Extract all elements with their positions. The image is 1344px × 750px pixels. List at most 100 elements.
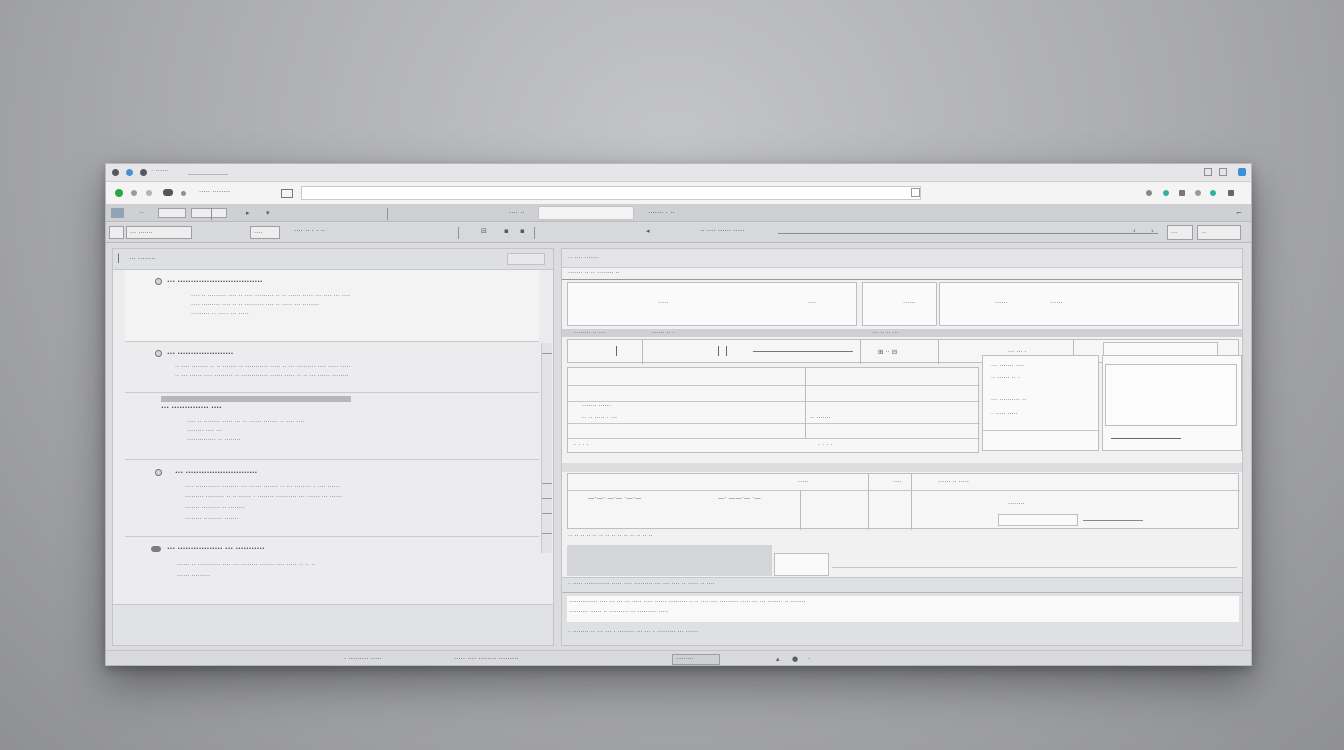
format-icon[interactable]: ▪ [504, 227, 509, 235]
info-icon[interactable]: · [808, 655, 810, 663]
window-dot-icon[interactable] [140, 169, 147, 176]
toolbar-close-icon[interactable]: ⌐ [1236, 209, 1242, 217]
grid-line [568, 423, 980, 424]
toolbar-item[interactable]: ▸ [246, 209, 250, 217]
tab-active[interactable] [538, 206, 634, 220]
maximize-icon[interactable] [1219, 168, 1227, 176]
row-label: ········ [1008, 500, 1025, 508]
card-label: ······ [903, 299, 916, 307]
status-field[interactable]: ········· [672, 654, 720, 665]
item-title: ··· ····················· [167, 350, 234, 358]
close-icon[interactable] [1238, 168, 1246, 176]
toolbar-item[interactable]: ▾ [266, 209, 270, 217]
toolbar-track [778, 233, 1158, 234]
toolbar-group[interactable]: ···· ·· · · ·· [294, 227, 325, 235]
preview-panel[interactable] [1102, 355, 1242, 451]
item-line: ······ ·· ··········· ···· ··· ········ … [177, 561, 316, 569]
window-dot-icon[interactable] [126, 169, 133, 176]
options-button[interactable]: ·· [1197, 225, 1241, 240]
address-input[interactable] [301, 186, 921, 200]
grid-line [568, 438, 980, 439]
left-panel-title: ··· ········ [129, 255, 156, 263]
left-scrollbar[interactable] [541, 343, 552, 553]
secondary-toolbar: ··· ······· ···· ···· ·· · · ·· ⊟ ▪ ▪ ◂ … [106, 223, 1251, 243]
slider-track[interactable] [1111, 438, 1181, 439]
scroll-mark [542, 353, 552, 354]
cell-box[interactable] [998, 514, 1078, 526]
toolbar-arrow-icon[interactable]: ‹ [1133, 227, 1136, 235]
list-item[interactable]: ··· ··························· ···· ···… [125, 461, 539, 537]
summary-card[interactable]: ······ ······ [939, 282, 1239, 326]
right-panel-subtitle: ······· ·· ·· ········ ·· [568, 269, 620, 277]
window-dot-icon[interactable] [112, 169, 119, 176]
item-status-icon [155, 469, 162, 476]
axis-ticks: · · · · [574, 441, 589, 449]
bookmark-icon[interactable] [281, 189, 293, 198]
view-select[interactable]: ··· ······· [126, 226, 192, 239]
format-icon[interactable]: ⊟ [481, 227, 487, 235]
cell-divider [860, 340, 861, 364]
cell-box[interactable] [774, 553, 829, 576]
preview-area [1105, 364, 1237, 426]
detail-panel[interactable]: ··· ······· ···· ·· ······ ·· · ··· ····… [982, 355, 1100, 451]
right-panel-title: ·· ···· ······· [568, 254, 599, 262]
list-item[interactable]: ··· ················· ··· ··········· ··… [125, 538, 539, 604]
toolbar-item[interactable]: ·· [139, 209, 143, 217]
slider-track[interactable] [1083, 520, 1143, 521]
cell-divider [938, 340, 939, 364]
zoom-field[interactable]: ···· [250, 226, 280, 239]
format-icon[interactable]: ⊞ ·· ⊟ [878, 348, 897, 356]
panel-line: ·· ·· ····· · ··· [582, 414, 618, 422]
item-line: ········· ········· ·· ·· ······ · ·····… [185, 493, 343, 501]
sync-icon[interactable] [1163, 190, 1169, 196]
left-panel: ▏ ··· ········ ··· ·····················… [112, 248, 554, 646]
item-line: ·············· ·· ········ [187, 436, 241, 444]
detail-line: ·· ······ ·· · [991, 374, 1020, 382]
forward-icon[interactable] [131, 190, 137, 196]
download-icon[interactable] [1179, 190, 1185, 196]
grid-line [805, 368, 806, 438]
waveform: —·—· —·— ·—·— [588, 494, 642, 502]
item-status-icon [151, 546, 161, 552]
summary-card[interactable]: ······ [862, 282, 937, 326]
format-icon[interactable]: ◂ [646, 227, 650, 235]
toolbar-item[interactable]: ···· ·· [509, 209, 525, 217]
axis-ticks: · · · · [818, 441, 833, 449]
apply-button[interactable]: ··· [1167, 225, 1193, 240]
tray-icon[interactable] [1146, 190, 1152, 196]
item-line: ···· ·· ········· ···· ·· ···· ·········… [191, 292, 351, 300]
list-item[interactable]: ··· ·············· ···· ···· ·· ········… [125, 394, 539, 460]
item-line: ······ ········· [177, 572, 211, 580]
collapse-icon[interactable]: ▏ [118, 254, 124, 263]
scroll-mark [542, 533, 552, 534]
minimize-icon[interactable] [1204, 168, 1212, 176]
profile-icon[interactable] [1210, 190, 1216, 196]
app-icon[interactable] [111, 208, 124, 218]
settings-icon[interactable]: ● [792, 655, 798, 663]
home-icon[interactable] [163, 189, 173, 196]
grid-line [568, 401, 980, 402]
extension-icon[interactable] [1195, 190, 1201, 196]
item-title: ··· ································ [167, 278, 263, 286]
format-icon[interactable]: ▪ [520, 227, 525, 235]
refresh-icon[interactable] [146, 190, 152, 196]
lock-icon[interactable]: ▴ [776, 655, 780, 663]
cell-divider [642, 340, 643, 364]
back-icon[interactable] [115, 189, 123, 197]
left-panel-button[interactable] [507, 253, 545, 265]
slider-track[interactable] [753, 351, 853, 352]
panel-toggle-icon[interactable] [109, 226, 124, 239]
detail-line: · ····· ····· [991, 410, 1018, 418]
summary-card[interactable]: ····· ···· [567, 282, 857, 326]
status-text: · ········· ····· [344, 655, 382, 663]
toolbar-arrow-icon[interactable]: › [1151, 227, 1154, 235]
more-icon[interactable] [1228, 190, 1234, 196]
go-icon[interactable] [911, 188, 920, 197]
card-label: ····· [658, 299, 669, 307]
toolbar-field[interactable] [191, 208, 227, 218]
toolbar-field[interactable] [158, 208, 186, 218]
status-text: ····· ···· ········ ········· [454, 655, 519, 663]
list-item[interactable]: ··· ····················· ·· ···· ······… [125, 343, 539, 393]
list-item[interactable]: ··· ································ ···… [125, 270, 539, 342]
menu-icon[interactable] [181, 191, 186, 196]
